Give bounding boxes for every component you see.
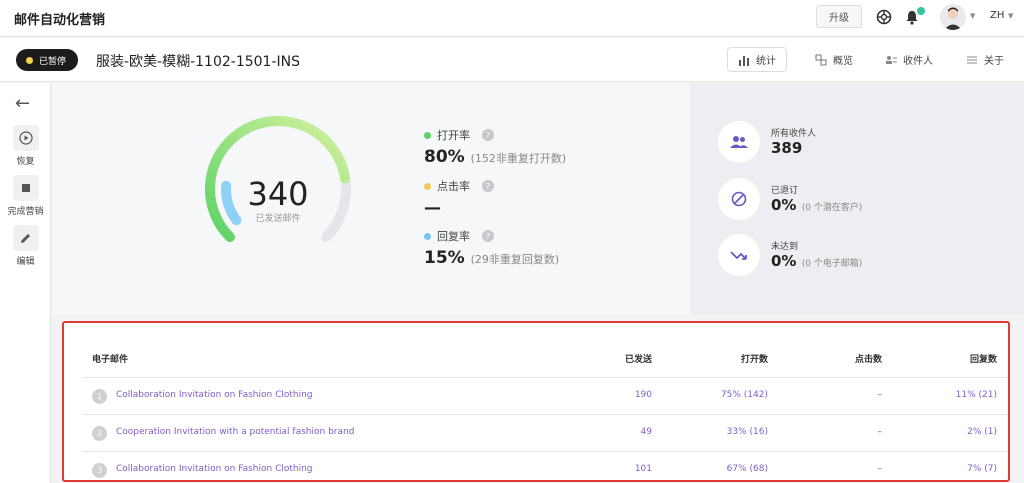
click-rate-metric: 点击率 ? — [424, 178, 494, 218]
pencil-icon [12, 225, 39, 251]
row-number: 2 [92, 426, 107, 441]
play-icon [12, 125, 39, 151]
recipients-icon [886, 55, 897, 64]
click-rate-dot [424, 182, 431, 190]
rail-label: 完成营销 [7, 207, 44, 217]
status-dot [26, 56, 33, 64]
campaign-title: 服装-欧美-模糊-1102-1501-INS [96, 54, 301, 70]
stats-panel: 340 已发送邮件 打开率 ? 80% (152非重复打开数) 点击率 ? — … [52, 83, 690, 315]
status-label: 已暂停 [39, 56, 67, 67]
notification-dot [917, 7, 925, 15]
stat-sub: (0 个潜在客户) [801, 203, 863, 213]
tab-label: 统计 [756, 56, 776, 67]
bar-chart-icon [739, 55, 749, 66]
help-icon[interactable]: ? [482, 230, 494, 242]
tab-about[interactable]: 关于 [956, 47, 1014, 72]
clicks-value: – [877, 427, 883, 437]
sent-gauge: 340 已发送邮件 [188, 107, 368, 267]
tab-recipients[interactable]: 收件人 [875, 47, 943, 72]
tab-label: 概览 [833, 56, 853, 67]
tab-label: 关于 [984, 56, 1004, 67]
replies-value: 7% (7) [967, 464, 997, 474]
status-badge: 已暂停 [16, 49, 79, 71]
top-bar: 邮件自动化营销 升级 ▼ ZH ▼ [0, 0, 1024, 37]
recipient-summary-panel: 所有收件人 389 已退订 0% (0 个潜在客户) 未达到 0% (0 个电子… [690, 83, 1024, 315]
metric-value: — [424, 198, 441, 218]
email-subject-link[interactable]: Collaboration Invitation on Fashion Clot… [116, 464, 313, 474]
opens-value: 33% (16) [726, 427, 768, 437]
stat-value: 0% [771, 252, 797, 270]
tab-statistics[interactable]: 统计 [727, 47, 787, 72]
email-stats-table: 电子邮件 已发送 打开数 点击数 回复数 1 Collaboration Inv… [62, 321, 1010, 482]
language-switch[interactable]: ZH [990, 10, 1004, 21]
sent-value: 101 [634, 464, 652, 474]
help-icon[interactable]: ? [482, 180, 494, 192]
edit-button[interactable]: 编辑 [0, 225, 51, 267]
sent-label: 已发送邮件 [255, 214, 301, 224]
metric-sub: (29非重复回复数) [470, 253, 560, 266]
tab-overview[interactable]: 概览 [805, 47, 863, 72]
back-arrow-icon[interactable]: ← [15, 93, 30, 114]
overview-icon [815, 54, 827, 65]
rail-label: 恢复 [16, 157, 35, 167]
chevron-down-icon[interactable]: ▼ [1008, 12, 1013, 20]
open-rate-metric: 打开率 ? 80% (152非重复打开数) [424, 127, 566, 167]
col-replies: 回复数 [969, 355, 997, 365]
rail-label: 编辑 [16, 257, 35, 267]
table-header: 电子邮件 已发送 打开数 点击数 回复数 [82, 340, 1008, 378]
finish-campaign-button[interactable]: 完成营销 [0, 175, 51, 217]
stat-label: 已退订 [771, 186, 799, 196]
tab-label: 收件人 [903, 56, 933, 67]
metric-label: 点击率 [437, 180, 470, 193]
metric-label: 回复率 [437, 230, 470, 243]
bell-icon[interactable] [903, 7, 925, 26]
sent-value: 49 [640, 427, 652, 437]
people-icon [718, 121, 760, 163]
avatar[interactable] [940, 4, 966, 30]
list-icon [967, 56, 977, 63]
email-subject-link[interactable]: Cooperation Invitation with a potential … [116, 427, 354, 437]
app-title: 邮件自动化营销 [14, 13, 106, 28]
stat-label: 未达到 [771, 242, 799, 252]
unsubscribe-icon [718, 178, 760, 220]
chevron-down-icon[interactable]: ▼ [970, 12, 975, 20]
table-row[interactable]: 1 Collaboration Invitation on Fashion Cl… [82, 378, 1008, 415]
clicks-value: – [877, 464, 883, 474]
help-icon[interactable]: ? [482, 129, 494, 141]
stat-value: 0% [771, 196, 797, 214]
open-rate-dot [424, 131, 431, 139]
replies-value: 2% (1) [967, 427, 997, 437]
sent-count: 340 [247, 175, 309, 213]
stop-icon [12, 175, 39, 201]
stat-sub: (0 个电子邮箱) [801, 259, 863, 269]
bounce-icon [718, 234, 760, 276]
metric-value: 15% [424, 248, 465, 268]
opens-value: 67% (68) [726, 464, 768, 474]
opens-value: 75% (142) [720, 390, 768, 400]
upgrade-button[interactable]: 升级 [816, 5, 862, 28]
col-subject: 电子邮件 [92, 355, 129, 365]
resume-button[interactable]: 恢复 [0, 125, 51, 167]
row-number: 1 [92, 389, 107, 404]
table-row[interactable]: 3 Collaboration Invitation on Fashion Cl… [82, 452, 1008, 483]
clicks-value: – [877, 390, 883, 400]
col-clicks: 点击数 [854, 355, 882, 365]
row-number: 3 [92, 463, 107, 478]
col-sent: 已发送 [624, 355, 652, 365]
replies-value: 11% (21) [955, 390, 997, 400]
table-row[interactable]: 2 Cooperation Invitation with a potentia… [82, 415, 1008, 452]
sent-value: 190 [634, 390, 652, 400]
email-subject-link[interactable]: Collaboration Invitation on Fashion Clot… [116, 390, 313, 400]
reply-rate-dot [424, 232, 431, 240]
help-wheel-icon[interactable] [875, 8, 893, 26]
metric-sub: (152非重复打开数) [470, 152, 567, 165]
left-action-rail: ← 恢复 完成营销 编辑 [0, 83, 51, 483]
metric-value: 80% [424, 147, 465, 167]
campaign-header: 已暂停 服装-欧美-模糊-1102-1501-INS 统计 概览 收件人 关于 [0, 38, 1024, 82]
reply-rate-metric: 回复率 ? 15% (29非重复回复数) [424, 228, 559, 268]
stat-value: 389 [771, 139, 803, 157]
col-opens: 打开数 [740, 355, 768, 365]
metric-label: 打开率 [437, 129, 470, 142]
stat-label: 所有收件人 [771, 129, 817, 139]
